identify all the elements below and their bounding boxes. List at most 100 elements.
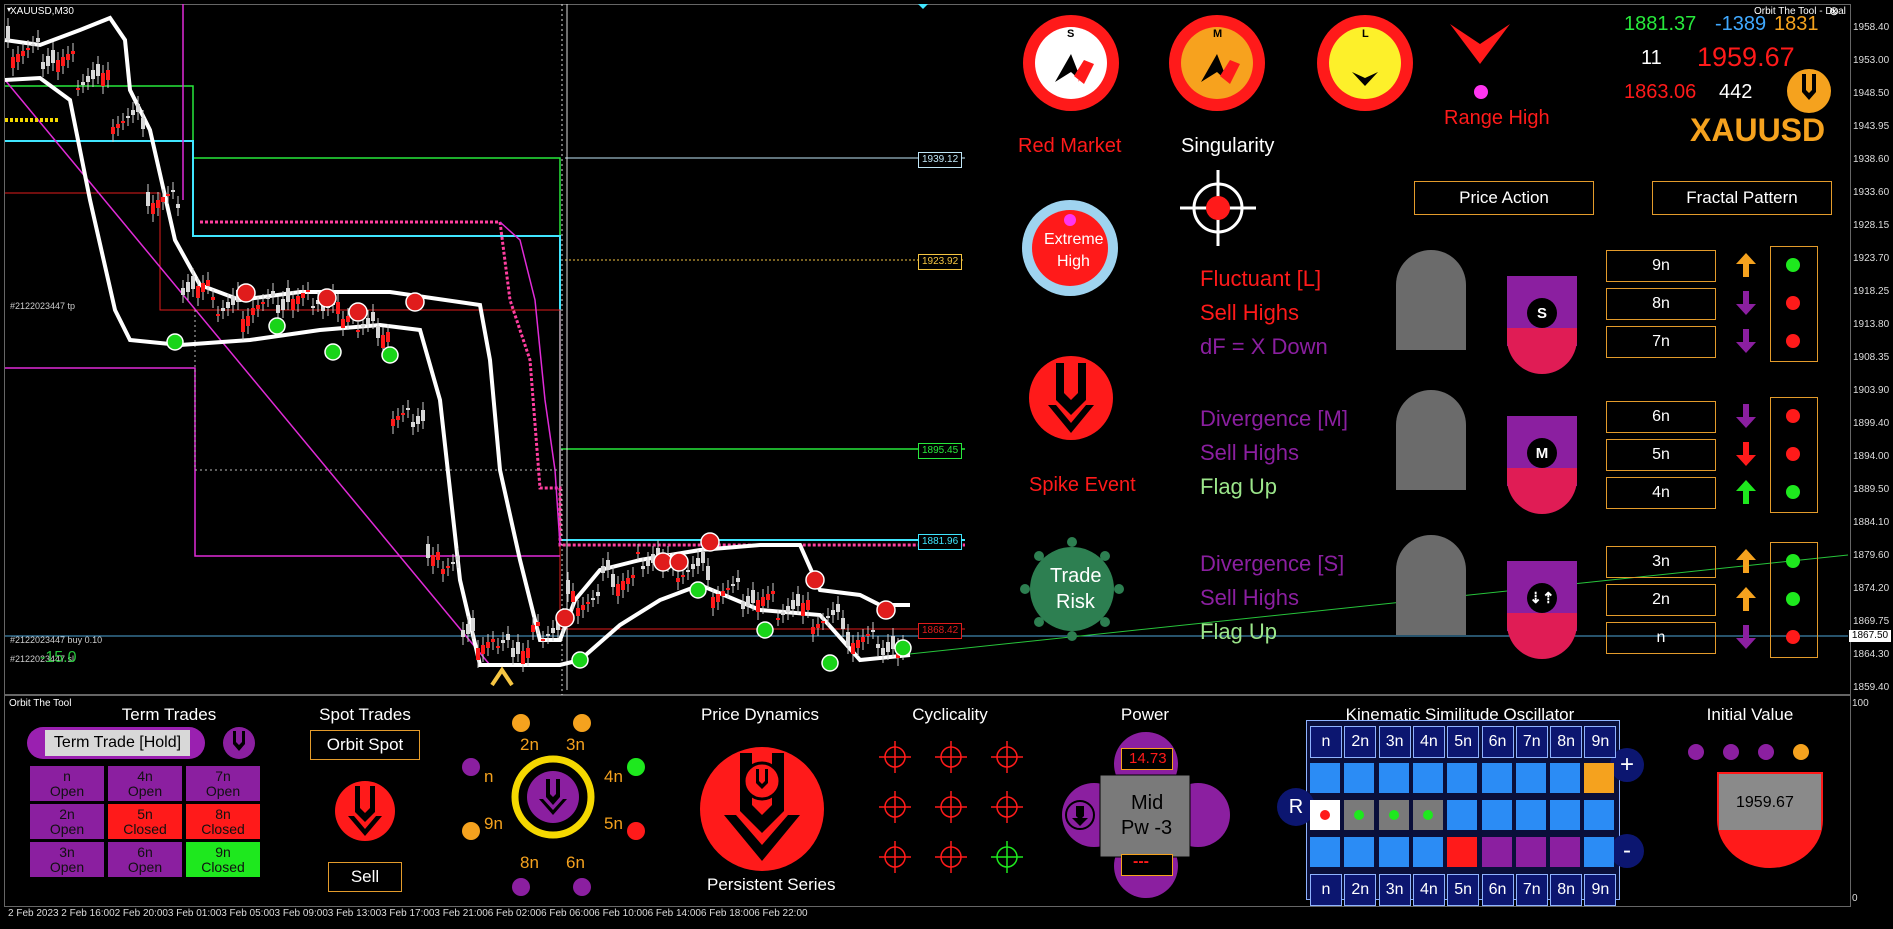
kso-cell[interactable] bbox=[1584, 763, 1615, 793]
kso-cell[interactable] bbox=[1412, 763, 1443, 793]
candle-body bbox=[141, 118, 145, 129]
term-trade-cell[interactable]: 9n Closed bbox=[186, 842, 260, 877]
price-tick: 1913.80 bbox=[1853, 319, 1890, 330]
price-tick: 1948.50 bbox=[1853, 88, 1890, 99]
candle-body bbox=[56, 60, 60, 72]
fractal-label[interactable]: n bbox=[1606, 622, 1716, 654]
kso-cell[interactable] bbox=[1344, 837, 1375, 867]
kso-cell[interactable] bbox=[1310, 800, 1340, 830]
fractal-label[interactable]: 8n bbox=[1606, 288, 1716, 320]
kso-cell[interactable] bbox=[1481, 763, 1512, 793]
candle-body bbox=[66, 54, 70, 60]
candle-body bbox=[86, 76, 90, 82]
candle-body bbox=[311, 306, 315, 308]
candle-body bbox=[776, 618, 780, 620]
kso-dot bbox=[1320, 810, 1330, 820]
candle-body bbox=[391, 419, 395, 426]
term-trade-cell[interactable]: 4n Open bbox=[108, 766, 182, 801]
candle-body bbox=[796, 594, 800, 606]
time-tick: 2 Feb 20:00 bbox=[114, 908, 168, 919]
price-tick: 1933.60 bbox=[1853, 187, 1890, 198]
term-trade-down-icon[interactable] bbox=[222, 726, 256, 760]
initial-value-title: Initial Value bbox=[1706, 705, 1794, 724]
kso-cell[interactable] bbox=[1550, 800, 1581, 830]
orbit-label: n bbox=[484, 767, 494, 786]
price-tick: 1864.30 bbox=[1853, 649, 1890, 660]
sell-marker bbox=[555, 608, 575, 628]
kso-cell[interactable] bbox=[1481, 800, 1512, 830]
kso-cell[interactable] bbox=[1584, 800, 1615, 830]
kso-cell[interactable] bbox=[1550, 763, 1581, 793]
singularity-label: Singularity bbox=[1181, 135, 1275, 157]
kso-header-cell: 4n bbox=[1412, 874, 1445, 906]
term-trade-cell[interactable]: 5n Closed bbox=[108, 804, 182, 839]
buy-marker bbox=[324, 343, 342, 361]
sell-button[interactable]: Sell bbox=[328, 862, 402, 892]
fractal-label[interactable]: 4n bbox=[1606, 477, 1716, 509]
sell-marker bbox=[876, 600, 896, 620]
top-triangle-icon bbox=[918, 4, 928, 9]
term-trade-cell[interactable]: 6n Open bbox=[108, 842, 182, 877]
kso-cell[interactable] bbox=[1515, 800, 1546, 830]
kso-cell[interactable] bbox=[1344, 763, 1375, 793]
fractal-label[interactable]: 6n bbox=[1606, 401, 1716, 433]
candle-body bbox=[111, 127, 115, 134]
dashboard-symbol: XAUUSD bbox=[1690, 112, 1826, 148]
kso-cell[interactable] bbox=[1447, 800, 1478, 830]
kso-cell[interactable] bbox=[1310, 763, 1340, 793]
candle-body bbox=[531, 625, 535, 632]
kso-cell[interactable] bbox=[1447, 837, 1478, 867]
term-trade-cell[interactable]: 7n Open bbox=[186, 766, 260, 801]
orbit-label: 9n bbox=[484, 814, 503, 833]
candle-body bbox=[171, 190, 175, 192]
kso-minus-button[interactable]: - bbox=[1610, 834, 1644, 868]
term-trade-cell[interactable]: 8n Closed bbox=[186, 804, 260, 839]
kso-cell[interactable] bbox=[1344, 800, 1375, 830]
kso-cell[interactable] bbox=[1412, 800, 1443, 830]
kso-cell[interactable] bbox=[1515, 837, 1546, 867]
symbol-dropdown-icon[interactable]: ▾ bbox=[7, 6, 11, 14]
kso-cell[interactable] bbox=[1310, 837, 1340, 867]
arrow-up-icon bbox=[1736, 549, 1756, 573]
kso-cell[interactable] bbox=[1550, 837, 1581, 867]
fractal-pattern-button[interactable]: Fractal Pattern bbox=[1652, 181, 1832, 215]
kso-cell[interactable] bbox=[1584, 837, 1615, 867]
candle-body bbox=[106, 70, 110, 80]
candle-body bbox=[641, 566, 645, 569]
term-trade-cell[interactable]: 2n Open bbox=[30, 804, 104, 839]
trade-risk-badge bbox=[1020, 537, 1124, 641]
fractal-label[interactable]: 3n bbox=[1606, 546, 1716, 578]
kso-cell[interactable] bbox=[1378, 837, 1409, 867]
sell-marker bbox=[348, 302, 368, 322]
term-trade-hold-button[interactable]: Term Trade [Hold] bbox=[45, 730, 190, 756]
term-trade-cell[interactable]: 3n Open bbox=[30, 842, 104, 877]
candle-body bbox=[766, 594, 770, 600]
price-tick: 1938.60 bbox=[1853, 154, 1890, 165]
fractal-label[interactable]: 2n bbox=[1606, 584, 1716, 616]
time-tick: 3 Feb 01:00 bbox=[167, 908, 222, 919]
term-trade-cell[interactable]: n Open bbox=[30, 766, 104, 801]
fractal-label[interactable]: 5n bbox=[1606, 439, 1716, 471]
candle-body bbox=[306, 290, 310, 292]
orbit-spot-button[interactable]: Orbit Spot bbox=[310, 730, 420, 760]
kso-cell[interactable] bbox=[1447, 763, 1478, 793]
price-tick: 1908.35 bbox=[1853, 352, 1890, 363]
fractal-label[interactable]: 7n bbox=[1606, 326, 1716, 358]
candle-body bbox=[46, 56, 50, 66]
kso-header-cell: 9n bbox=[1584, 874, 1617, 906]
persistent-series-label: Persistent Series bbox=[707, 875, 836, 894]
fractal-badge-letter: ⇣⇡ bbox=[1527, 583, 1557, 613]
fractal-dot-frame bbox=[1770, 542, 1818, 658]
candle-body bbox=[596, 592, 600, 596]
candle-body bbox=[836, 604, 840, 612]
candle-body bbox=[421, 410, 425, 421]
stat-v2: -1389 bbox=[1715, 13, 1767, 35]
kso-cell[interactable] bbox=[1378, 800, 1409, 830]
price-tick: 1928.15 bbox=[1853, 220, 1890, 231]
kso-cell[interactable] bbox=[1515, 763, 1546, 793]
fractal-label[interactable]: 9n bbox=[1606, 250, 1716, 282]
kso-cell[interactable] bbox=[1481, 837, 1512, 867]
price-action-button[interactable]: Price Action bbox=[1414, 181, 1594, 215]
kso-cell[interactable] bbox=[1378, 763, 1409, 793]
kso-cell[interactable] bbox=[1412, 837, 1443, 867]
